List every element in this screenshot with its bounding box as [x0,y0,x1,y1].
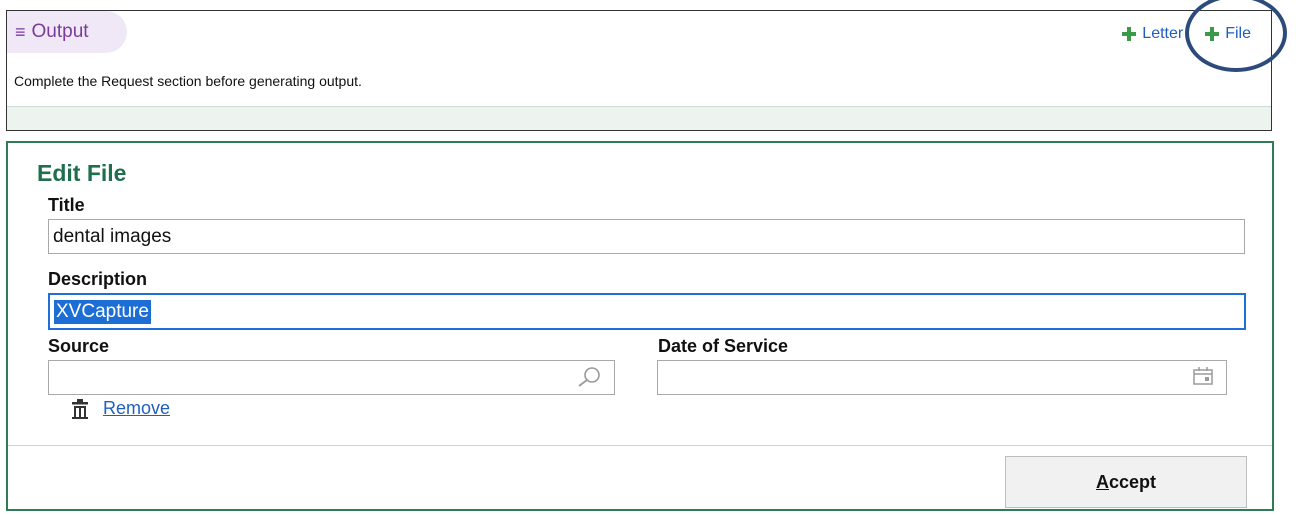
description-input[interactable]: XVCapture [48,293,1246,330]
title-value: dental images [53,225,172,247]
footer-divider [8,445,1272,446]
date-of-service-input[interactable] [657,360,1227,395]
output-panel: ≡ Output Letter File Complete the Reques… [6,10,1272,131]
calendar-icon[interactable] [1192,366,1214,386]
add-letter-label: Letter [1142,25,1184,42]
title-input[interactable]: dental images [48,219,1245,254]
menu-icon: ≡ [15,22,26,42]
accept-button[interactable]: Accept [1005,456,1247,508]
add-letter-link[interactable]: Letter [1122,25,1183,43]
title-label: Title [48,195,85,215]
trash-icon [72,398,88,419]
edit-file-title: Edit File [37,160,127,186]
output-strip [7,106,1271,130]
output-section-tab[interactable]: ≡ Output [7,11,127,53]
source-label: Source [48,336,110,356]
accept-label: Accept [1095,471,1157,492]
edit-file-panel: Edit File Title dental images Descriptio… [6,141,1274,511]
output-title: Output [31,21,89,42]
remove-label: Remove [103,398,171,418]
remove-link[interactable]: Remove [71,398,170,419]
date-of-service-label: Date of Service [658,336,789,356]
description-value: XVCapture [54,299,151,324]
description-label: Description [48,269,148,289]
plus-icon [1122,27,1137,41]
output-message: Complete the Request section before gene… [14,73,362,89]
search-icon[interactable] [576,366,602,388]
source-input[interactable] [48,360,615,395]
